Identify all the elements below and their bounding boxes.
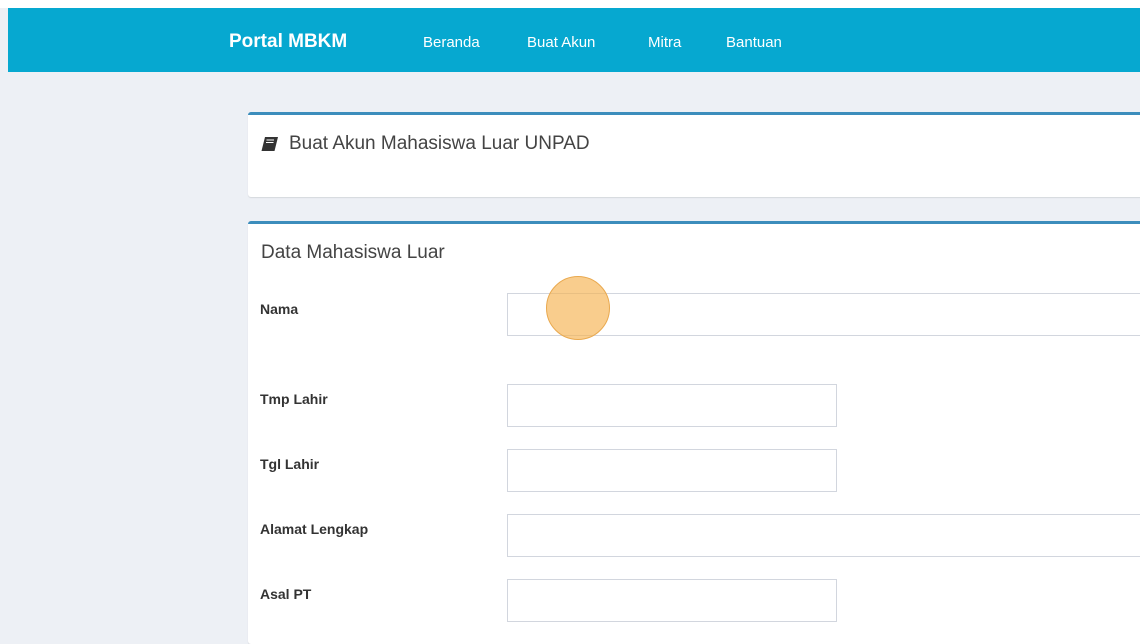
label-nama: Nama [260,301,299,317]
tgl-lahir-input[interactable] [507,449,837,492]
tmp-lahir-input[interactable] [507,384,837,427]
navbar: Portal MBKM Beranda Buat Akun Mitra Bant… [8,8,1140,72]
header-box-title-row: Buat Akun Mahasiswa Luar UNPAD [261,133,590,155]
book-icon [261,136,279,152]
label-tmp-lahir: Tmp Lahir [260,391,328,407]
cursor-highlight [546,276,610,340]
form-box: Data Mahasiswa Luar Nama Tmp Lahir Tgl L… [248,221,1140,644]
nav-item-mitra[interactable]: Mitra [648,34,681,51]
label-alamat-lengkap: Alamat Lengkap [260,521,369,537]
nav-item-buat-akun[interactable]: Buat Akun [527,34,595,51]
nav-item-bantuan[interactable]: Bantuan [726,34,782,51]
asal-pt-input[interactable] [507,579,837,622]
label-asal-pt: Asal PT [260,586,312,602]
header-box: Buat Akun Mahasiswa Luar UNPAD [248,112,1140,197]
brand-logo[interactable]: Portal MBKM [229,31,347,53]
page-title: Buat Akun Mahasiswa Luar UNPAD [289,133,590,154]
top-strip [0,0,1140,8]
label-tgl-lahir: Tgl Lahir [260,456,320,472]
section-title: Data Mahasiswa Luar [261,242,445,263]
nav-item-beranda[interactable]: Beranda [423,34,480,51]
alamat-lengkap-input[interactable] [507,514,1140,557]
